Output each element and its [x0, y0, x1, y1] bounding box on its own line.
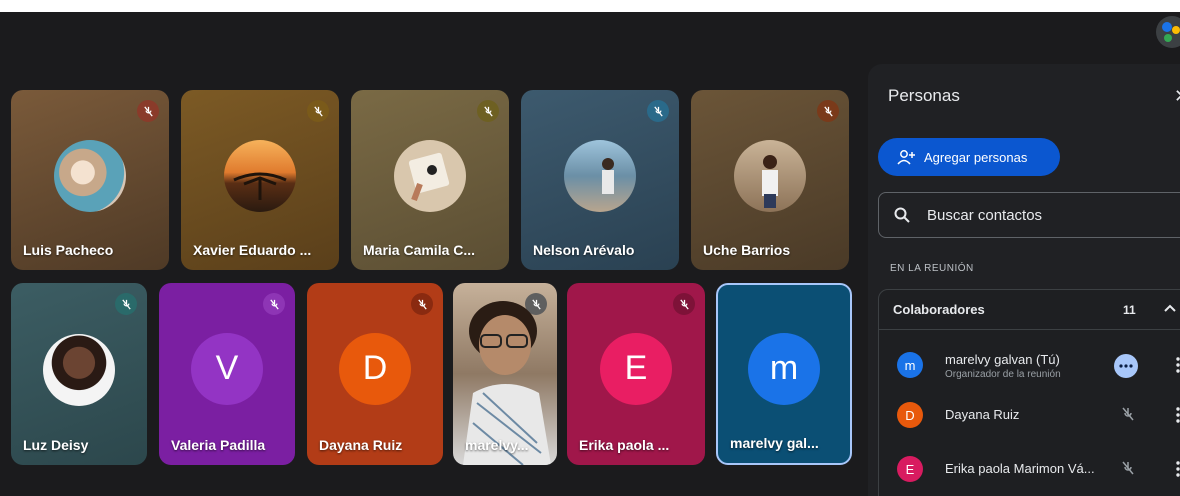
participant-tile[interactable]: E Erika paola ... — [567, 283, 705, 465]
person-row: E Erika paola Marimon Vá... — [879, 448, 1180, 494]
person-avatar: m — [897, 352, 923, 378]
mic-off-icon — [411, 293, 433, 315]
mic-off-icon — [477, 100, 499, 122]
participant-name: Maria Camila C... — [363, 242, 476, 258]
add-people-label: Agregar personas — [924, 149, 1028, 165]
participant-tile[interactable]: Luis Pacheco — [11, 90, 169, 270]
mic-off-icon — [673, 293, 695, 315]
panel-title: Personas — [888, 86, 960, 105]
kebab-menu-icon[interactable] — [1175, 406, 1180, 424]
group-header[interactable]: Colaboradores 11 — [879, 290, 1180, 330]
person-name: marelvy galvan (Tú) — [945, 352, 1060, 367]
person-name: Dayana Ruiz — [945, 407, 1020, 422]
participant-photo — [564, 140, 636, 213]
participant-name: Luz Deisy — [23, 437, 89, 453]
participant-photo — [43, 334, 115, 407]
participant-tile-self[interactable]: m marelvy gal... — [716, 283, 852, 465]
participant-initial: V — [191, 332, 263, 405]
mic-off-icon — [1122, 407, 1134, 421]
mic-off-icon — [263, 293, 285, 315]
person-role: Organizador de la reunión — [945, 369, 1061, 380]
mic-off-icon — [1122, 461, 1134, 475]
participant-name: Xavier Eduardo ... — [193, 242, 312, 258]
contributors-group: Colaboradores 11 m marelvy galvan (Tú) O… — [878, 289, 1180, 496]
participant-video-tile[interactable]: marelvy... — [453, 283, 557, 465]
participant-initial: E — [600, 332, 672, 405]
person-row: D Dayana Ruiz — [879, 394, 1180, 440]
participant-tile[interactable]: D Dayana Ruiz — [307, 283, 443, 465]
participant-tile[interactable]: Uche Barrios — [691, 90, 849, 270]
person-avatar: E — [897, 456, 923, 482]
participant-photo — [224, 140, 296, 213]
close-icon[interactable]: ✕ — [1174, 86, 1180, 107]
people-panel: Personas ✕ Agregar personas EN LA REUNIÓ… — [868, 64, 1180, 496]
mic-off-icon — [307, 100, 329, 122]
participant-initial: m — [748, 332, 820, 405]
search-input[interactable] — [927, 206, 1147, 224]
account-avatar[interactable] — [1156, 16, 1180, 48]
person-avatar: D — [897, 402, 923, 428]
group-name: Colaboradores — [893, 302, 985, 317]
participant-name: Uche Barrios — [703, 242, 791, 258]
participant-name: marelvy... — [465, 437, 529, 453]
mic-off-icon — [115, 293, 137, 315]
mic-off-icon — [647, 100, 669, 122]
kebab-menu-icon[interactable] — [1175, 356, 1180, 374]
participant-tile[interactable]: V Valeria Padilla — [159, 283, 295, 465]
search-field[interactable] — [878, 192, 1180, 238]
search-icon — [894, 207, 910, 223]
person-name: Erika paola Marimon Vá... — [945, 461, 1095, 476]
participant-tile[interactable]: Maria Camila C... — [351, 90, 509, 270]
participant-name: Erika paola ... — [579, 437, 670, 453]
participant-name: marelvy gal... — [730, 435, 819, 451]
section-label: EN LA REUNIÓN — [890, 263, 974, 274]
chevron-up-icon[interactable] — [1162, 300, 1178, 316]
participant-photo — [54, 140, 126, 213]
browser-top-strip — [0, 0, 1180, 12]
add-people-button[interactable]: Agregar personas — [878, 138, 1060, 176]
participant-name: Luis Pacheco — [23, 242, 114, 258]
participant-photo — [734, 140, 806, 213]
group-count: 11 — [1123, 303, 1136, 317]
participant-name: Valeria Padilla — [171, 437, 266, 453]
mic-off-icon — [817, 100, 839, 122]
more-options-button[interactable] — [1114, 354, 1138, 378]
participant-initial: D — [339, 332, 411, 405]
participant-name: Nelson Arévalo — [533, 242, 635, 258]
more-horiz-icon — [1119, 364, 1133, 368]
participant-tile[interactable]: Luz Deisy — [11, 283, 147, 465]
participant-tile[interactable]: Nelson Arévalo — [521, 90, 679, 270]
participant-name: Dayana Ruiz — [319, 437, 403, 453]
add-person-icon — [897, 150, 915, 165]
mic-off-icon — [137, 100, 159, 122]
participant-photo — [394, 140, 466, 213]
person-row: m marelvy galvan (Tú) Organizador de la … — [879, 344, 1180, 390]
kebab-menu-icon[interactable] — [1175, 460, 1180, 478]
participant-tile[interactable]: Xavier Eduardo ... — [181, 90, 339, 270]
